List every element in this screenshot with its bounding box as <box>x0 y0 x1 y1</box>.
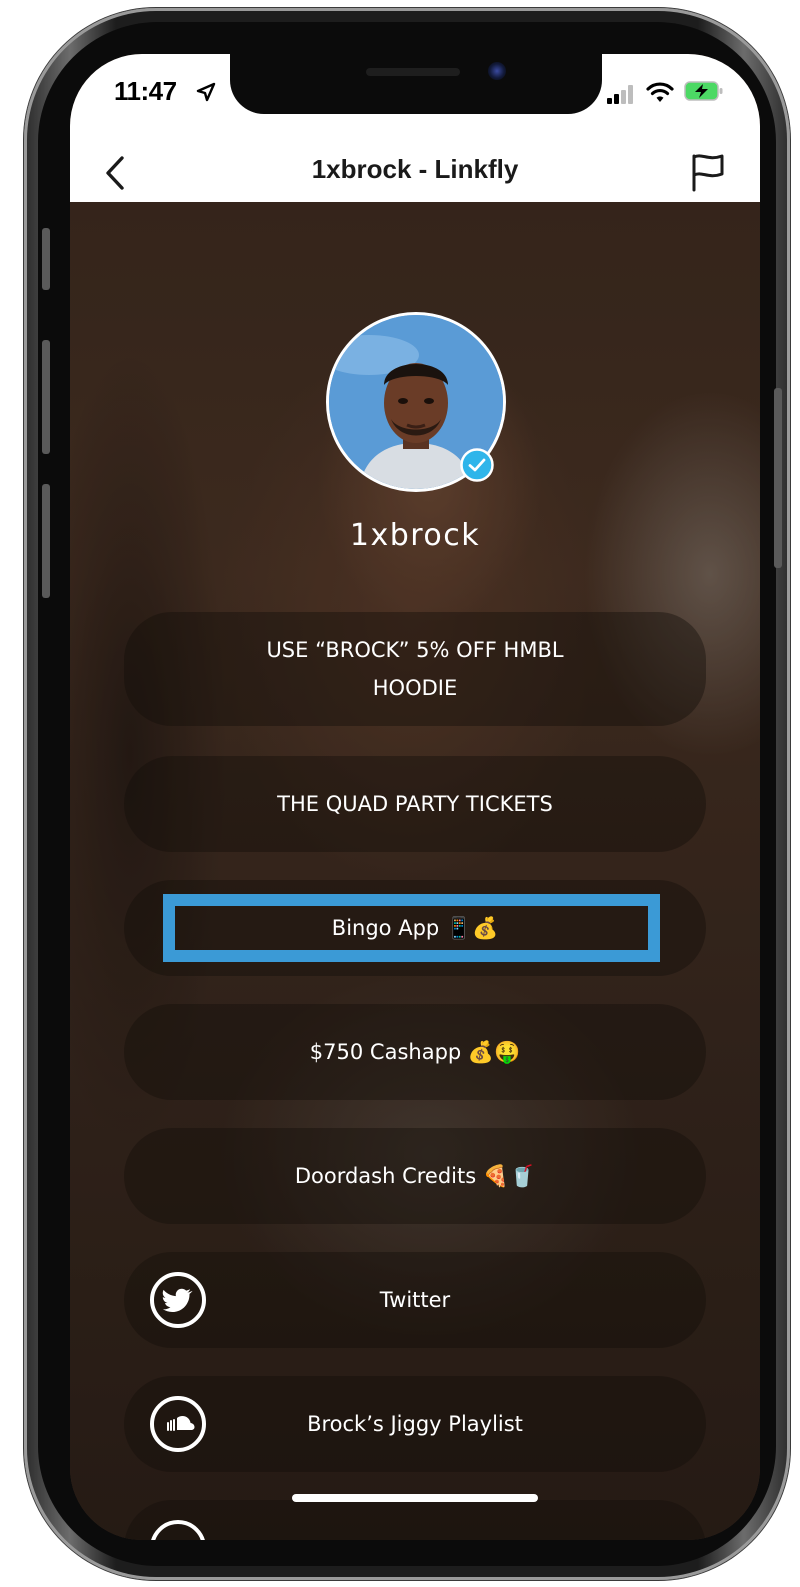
power-button <box>774 388 782 568</box>
profile-username: 1xbrock <box>349 518 481 553</box>
link-hoodie-discount[interactable]: USE “BROCK” 5% OFF HMBL HOODIE <box>124 612 706 726</box>
verified-check-icon <box>460 448 494 482</box>
home-indicator[interactable] <box>292 1494 538 1502</box>
link-label: Bingo App 📱💰 <box>331 916 499 940</box>
phone-screen: 11:47 1xbrock - Linkfly 1xbrock USE “BRO… <box>70 54 760 1540</box>
battery-charging-icon <box>684 81 723 101</box>
device-stage: 11:47 1xbrock - Linkfly 1xbrock USE “BRO… <box>0 0 800 1587</box>
link-more[interactable] <box>124 1500 706 1540</box>
link-label: Doordash Credits 🍕🥤 <box>294 1164 536 1188</box>
flag-icon[interactable] <box>690 152 726 192</box>
navigation-bar: 1xbrock - Linkfly <box>70 146 760 202</box>
volume-down-button <box>42 484 50 598</box>
status-bar: 11:47 <box>70 54 760 146</box>
circle-icon <box>151 1520 205 1540</box>
link-label: Brock’s Jiggy Playlist <box>307 1412 523 1436</box>
twitter-icon <box>150 1272 206 1328</box>
front-camera <box>488 62 506 80</box>
link-twitter[interactable]: Twitter <box>124 1252 706 1348</box>
soundcloud-icon <box>150 1396 206 1452</box>
link-label: USE “BROCK” 5% OFF HMBL HOODIE <box>266 638 564 700</box>
link-quad-party-tickets[interactable]: THE QUAD PARTY TICKETS <box>124 756 706 852</box>
location-arrow-icon <box>196 82 216 102</box>
mute-switch <box>42 228 50 290</box>
earpiece-speaker <box>366 68 460 76</box>
link-label: $750 Cashapp 💰🤑 <box>309 1040 521 1064</box>
device-notch <box>230 54 602 114</box>
link-label: THE QUAD PARTY TICKETS <box>277 792 553 816</box>
status-time: 11:47 <box>114 76 177 106</box>
volume-up-button <box>42 340 50 454</box>
link-doordash-credits[interactable]: Doordash Credits 🍕🥤 <box>124 1128 706 1224</box>
wifi-icon <box>646 82 674 102</box>
cellular-signal-icon <box>607 85 633 104</box>
page-title: 1xbrock - Linkfly <box>311 154 519 184</box>
link-bingo-app[interactable]: Bingo App 📱💰 <box>124 880 706 976</box>
link-jiggy-playlist[interactable]: Brock’s Jiggy Playlist <box>124 1376 706 1472</box>
link-label: Twitter <box>379 1288 451 1312</box>
link-cashapp[interactable]: $750 Cashapp 💰🤑 <box>124 1004 706 1100</box>
